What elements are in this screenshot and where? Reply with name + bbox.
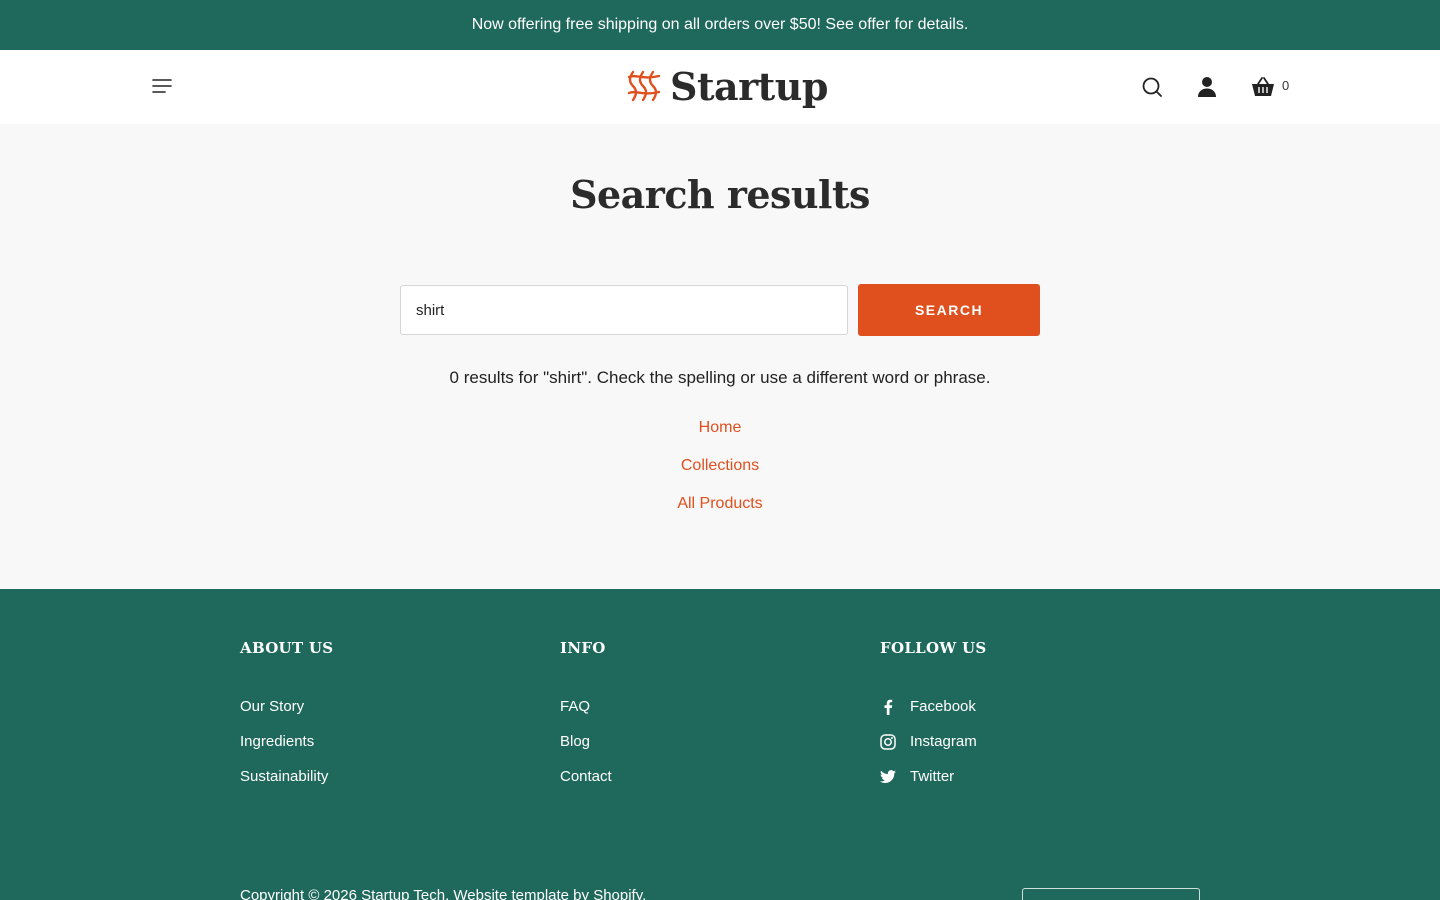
page-title: Search results — [570, 172, 870, 217]
site-footer: ABOUT US Our Story Ingredients Sustainab… — [0, 589, 1440, 900]
footer-link-sustainability[interactable]: Sustainability — [240, 759, 540, 794]
cart-button[interactable] — [1250, 74, 1276, 100]
copyright-text: Copyright © 2026 Startup Tech. Website t… — [240, 887, 647, 900]
locale-selector[interactable] — [1022, 888, 1200, 900]
footer-follow: FOLLOW US Facebook Instagram Twitter — [880, 639, 1180, 794]
announcement-bar: Now offering free shipping on all orders… — [0, 0, 1440, 50]
search-icon — [1142, 77, 1162, 97]
footer-info-heading: INFO — [560, 639, 606, 657]
footer-link-instagram[interactable]: Instagram — [880, 724, 1180, 759]
footer-info: INFO FAQ Blog Contact — [560, 639, 860, 794]
suggested-links: Home Collections All Products — [0, 416, 1440, 530]
search-input[interactable] — [400, 285, 848, 335]
brand-name: Startup — [670, 63, 828, 109]
instagram-icon — [880, 733, 896, 750]
logo-mark-icon — [627, 70, 661, 102]
account-button[interactable] — [1194, 74, 1220, 100]
brand-logo[interactable]: Startup — [626, 62, 828, 110]
site-header: Startup 0 — [0, 50, 1440, 124]
footer-link-blog[interactable]: Blog — [560, 724, 860, 759]
footer-link-ingredients[interactable]: Ingredients — [240, 724, 540, 759]
user-icon — [1198, 77, 1216, 97]
header-search-button[interactable] — [1139, 74, 1165, 100]
footer-link-contact[interactable]: Contact — [560, 759, 860, 794]
announcement-text: Now offering free shipping on all orders… — [471, 16, 969, 33]
hamburger-icon — [152, 79, 172, 93]
footer-link-faq[interactable]: FAQ — [560, 689, 860, 724]
link-all-products[interactable]: All Products — [0, 492, 1440, 530]
twitter-label: Twitter — [910, 768, 955, 785]
menu-button[interactable] — [150, 74, 174, 98]
link-collections[interactable]: Collections — [0, 454, 1440, 492]
facebook-icon — [880, 699, 896, 715]
footer-link-twitter[interactable]: Twitter — [880, 759, 1180, 794]
twitter-icon — [880, 769, 896, 785]
search-button[interactable]: SEARCH — [858, 284, 1040, 336]
basket-icon — [1252, 77, 1274, 96]
footer-link-facebook[interactable]: Facebook — [880, 689, 1180, 724]
link-home[interactable]: Home — [0, 416, 1440, 454]
footer-follow-heading: FOLLOW US — [880, 639, 987, 657]
footer-about: ABOUT US Our Story Ingredients Sustainab… — [240, 639, 540, 794]
cart-count: 0 — [1282, 78, 1290, 93]
footer-about-heading: ABOUT US — [240, 639, 334, 657]
facebook-label: Facebook — [910, 698, 976, 715]
footer-link-our-story[interactable]: Our Story — [240, 689, 540, 724]
results-message: 0 results for "shirt". Check the spellin… — [449, 368, 991, 387]
instagram-label: Instagram — [910, 733, 977, 750]
